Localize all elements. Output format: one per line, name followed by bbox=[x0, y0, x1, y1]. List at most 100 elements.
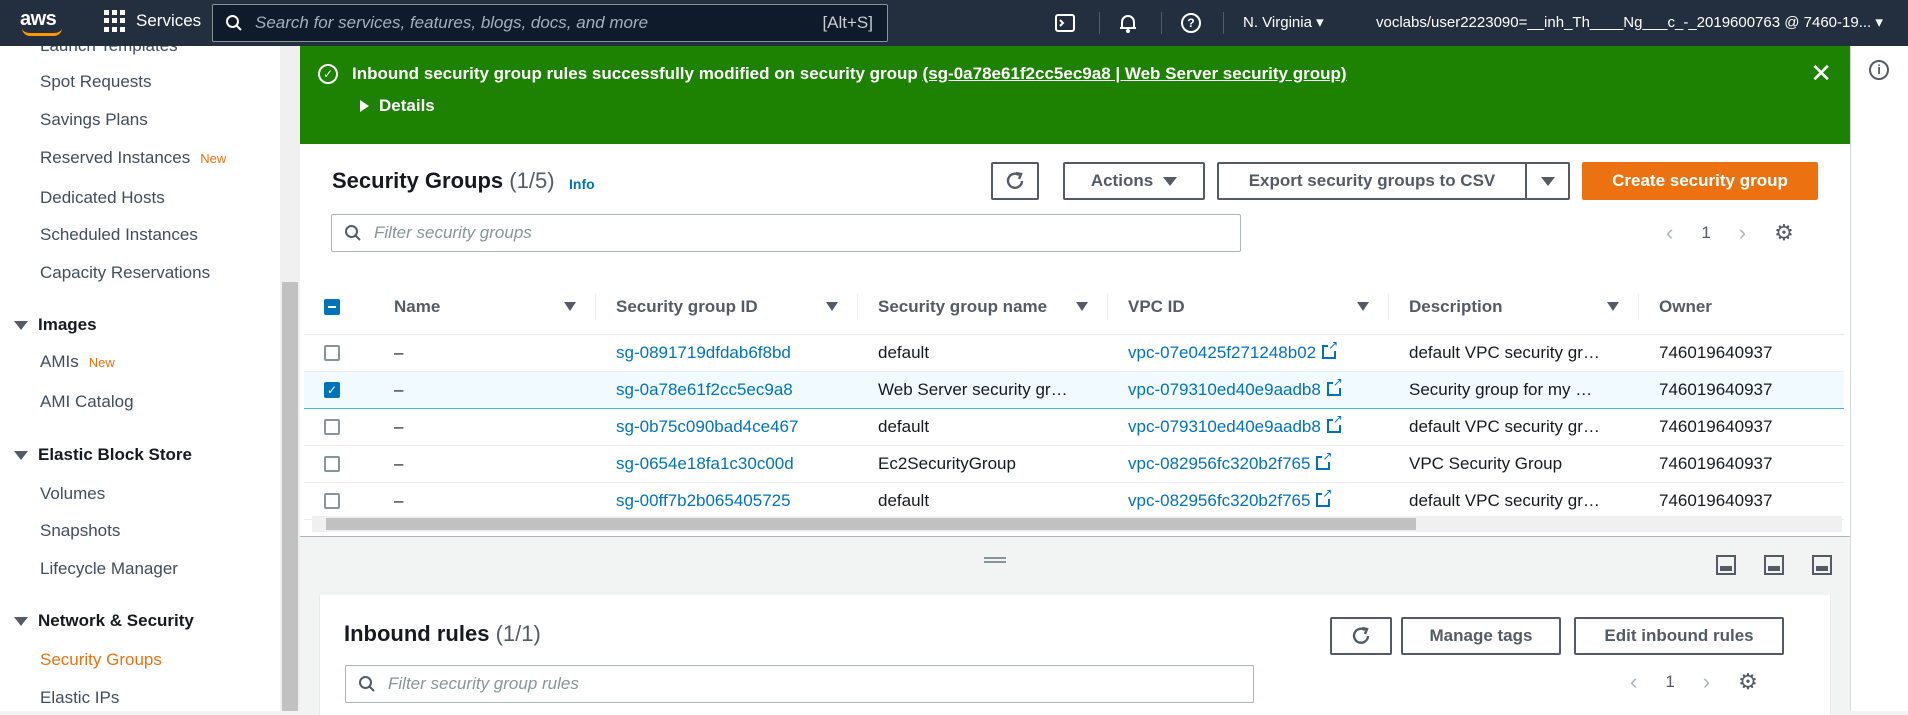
export-csv-button[interactable]: Export security groups to CSV bbox=[1217, 162, 1527, 200]
new-badge: New bbox=[88, 355, 115, 370]
sidebar-item-reserved-instances[interactable]: Reserved Instances New bbox=[40, 148, 226, 168]
security-groups-table: Name Security group ID Security group na… bbox=[304, 280, 1844, 520]
sidebar-item-elastic-ips[interactable]: Elastic IPs bbox=[40, 688, 119, 708]
help-icon[interactable]: ? bbox=[1180, 12, 1202, 34]
services-menu[interactable]: Services bbox=[104, 10, 201, 32]
sidebar-section-images[interactable]: Images bbox=[14, 315, 97, 335]
info-icon[interactable]: i bbox=[1869, 60, 1889, 80]
cell-security-group-id[interactable]: sg-0891719dfdab6f8bd bbox=[596, 334, 858, 372]
caret-down-icon bbox=[14, 616, 28, 626]
sidebar-item-security-groups[interactable]: Security Groups bbox=[40, 650, 162, 670]
row-checkbox[interactable] bbox=[324, 345, 340, 362]
tools-panel: i bbox=[1850, 46, 1908, 711]
aws-logo[interactable]: aws bbox=[20, 8, 72, 40]
layout-bottom-icon[interactable] bbox=[1716, 555, 1736, 575]
filter-security-groups-input[interactable]: Filter security groups bbox=[331, 214, 1241, 252]
bell-icon[interactable] bbox=[1117, 12, 1139, 34]
info-link[interactable]: Info bbox=[569, 176, 595, 192]
chevron-left-icon[interactable]: ‹ bbox=[1666, 220, 1673, 246]
search-input[interactable]: Search for services, features, blogs, do… bbox=[212, 4, 888, 42]
refresh-icon bbox=[1006, 171, 1024, 189]
sidebar-item-snapshots[interactable]: Snapshots bbox=[40, 521, 120, 541]
sidebar-section-ebs[interactable]: Elastic Block Store bbox=[14, 445, 192, 465]
cloudshell-icon[interactable] bbox=[1054, 12, 1076, 34]
sidebar-item-volumes[interactable]: Volumes bbox=[40, 484, 105, 504]
cell-vpc-id[interactable]: vpc-07e0425f271248b02 bbox=[1108, 334, 1389, 372]
row-checkbox[interactable] bbox=[324, 493, 340, 510]
actions-button[interactable]: Actions bbox=[1063, 162, 1205, 200]
table-row[interactable]: – sg-00ff7b2b065405725 default vpc-08295… bbox=[304, 482, 1844, 520]
caret-down-icon bbox=[1163, 176, 1178, 186]
sidebar-section-network-security[interactable]: Network & Security bbox=[14, 611, 194, 631]
scrollbar-thumb[interactable] bbox=[326, 518, 1416, 530]
chevron-left-icon[interactable]: ‹ bbox=[1630, 669, 1637, 695]
filter-rules-input[interactable]: Filter security group rules bbox=[345, 665, 1254, 703]
column-vpc-id[interactable]: VPC ID bbox=[1108, 280, 1389, 335]
chevron-right-icon[interactable]: › bbox=[1703, 669, 1710, 695]
cell-security-group-id[interactable]: sg-0a78e61f2cc5ec9a8 bbox=[596, 370, 858, 409]
sidebar-item-lifecycle-manager[interactable]: Lifecycle Manager bbox=[40, 559, 178, 579]
create-security-group-button[interactable]: Create security group bbox=[1582, 162, 1818, 200]
column-security-group-name[interactable]: Security group name bbox=[858, 280, 1108, 335]
table-row[interactable]: – sg-0654e18fa1c30c00d Ec2SecurityGroup … bbox=[304, 445, 1844, 483]
table-header-row: Name Security group ID Security group na… bbox=[304, 280, 1844, 335]
external-link-icon bbox=[1326, 412, 1343, 433]
services-label: Services bbox=[136, 11, 202, 30]
cell-vpc-id[interactable]: vpc-079310ed40e9aadb8 bbox=[1108, 370, 1389, 409]
flash-security-group-link[interactable]: (sg-0a78e61f2cc5ec9a8 | Web Server secur… bbox=[923, 64, 1347, 83]
sidebar-item-scheduled-instances[interactable]: Scheduled Instances bbox=[40, 225, 198, 245]
page-number[interactable]: 1 bbox=[1701, 223, 1710, 243]
cell-security-group-name: Web Server security gr… bbox=[858, 370, 1108, 409]
refresh-rules-button[interactable] bbox=[1330, 617, 1392, 655]
filter-placeholder: Filter security group rules bbox=[388, 674, 579, 693]
edit-inbound-rules-button[interactable]: Edit inbound rules bbox=[1574, 617, 1784, 655]
table-row[interactable]: – sg-0b75c090bad4ce467 default vpc-07931… bbox=[304, 408, 1844, 446]
table-row[interactable]: – sg-0891719dfdab6f8bd default vpc-07e04… bbox=[304, 334, 1844, 372]
close-icon[interactable]: ✕ bbox=[1810, 60, 1832, 86]
region-selector[interactable]: N. Virginia ▾ bbox=[1243, 13, 1324, 31]
refresh-button[interactable] bbox=[991, 162, 1039, 200]
column-security-group-id[interactable]: Security group ID bbox=[596, 280, 858, 335]
chevron-right-icon[interactable]: › bbox=[1739, 220, 1746, 246]
cell-vpc-id[interactable]: vpc-079310ed40e9aadb8 bbox=[1108, 408, 1389, 446]
cell-vpc-id[interactable]: vpc-082956fc320b2f765 bbox=[1108, 445, 1389, 483]
sidebar-item-launch-templates[interactable]: Launch Templates bbox=[40, 46, 178, 56]
manage-tags-button[interactable]: Manage tags bbox=[1401, 617, 1561, 655]
cell-security-group-name: Ec2SecurityGroup bbox=[858, 445, 1108, 483]
page-number[interactable]: 1 bbox=[1665, 672, 1674, 692]
row-checkbox-checked[interactable]: ✓ bbox=[324, 382, 340, 399]
gear-icon[interactable]: ⚙ bbox=[1738, 669, 1758, 695]
sidebar-item-dedicated-hosts[interactable]: Dedicated Hosts bbox=[40, 188, 165, 208]
gear-icon[interactable]: ⚙ bbox=[1774, 220, 1794, 246]
column-name[interactable]: Name bbox=[374, 280, 596, 335]
chevron-down-icon: ▾ bbox=[1875, 14, 1883, 31]
account-menu[interactable]: voclabs/user2223090=__inh_Th____Ng___c_-… bbox=[1376, 13, 1883, 31]
cell-security-group-id[interactable]: sg-0654e18fa1c30c00d bbox=[596, 445, 858, 483]
sort-icon bbox=[1357, 302, 1369, 311]
sidebar-item-savings-plans[interactable]: Savings Plans bbox=[40, 110, 148, 130]
cell-name: – bbox=[374, 445, 596, 483]
top-navigation: aws Services Search for services, featur… bbox=[0, 0, 1908, 46]
export-dropdown-button[interactable] bbox=[1525, 162, 1570, 200]
sidebar-item-spot-requests[interactable]: Spot Requests bbox=[40, 72, 152, 92]
column-description[interactable]: Description bbox=[1389, 280, 1639, 335]
layout-full-icon[interactable] bbox=[1812, 555, 1832, 575]
flash-details-toggle[interactable]: Details bbox=[360, 96, 435, 116]
sidebar-scrollbar-thumb[interactable] bbox=[282, 282, 298, 711]
sidebar-item-amis[interactable]: AMIs New bbox=[40, 352, 115, 372]
cell-vpc-id[interactable]: vpc-082956fc320b2f765 bbox=[1108, 482, 1389, 520]
cell-security-group-id[interactable]: sg-00ff7b2b065405725 bbox=[596, 482, 858, 520]
column-owner[interactable]: Owner bbox=[1639, 280, 1844, 335]
table-horizontal-scrollbar[interactable] bbox=[312, 516, 1842, 532]
sidebar-item-ami-catalog[interactable]: AMI Catalog bbox=[40, 392, 134, 412]
cell-description: default VPC security gr… bbox=[1389, 482, 1639, 520]
cell-security-group-id[interactable]: sg-0b75c090bad4ce467 bbox=[596, 408, 858, 446]
cell-name: – bbox=[374, 370, 596, 409]
table-row-selected[interactable]: ✓ – sg-0a78e61f2cc5ec9a8 Web Server secu… bbox=[304, 370, 1844, 409]
select-all-checkbox[interactable] bbox=[324, 299, 340, 316]
row-checkbox[interactable] bbox=[324, 419, 340, 436]
drag-handle-icon[interactable] bbox=[984, 557, 1006, 563]
layout-side-icon[interactable] bbox=[1764, 555, 1784, 575]
row-checkbox[interactable] bbox=[324, 456, 340, 473]
sidebar-item-capacity-reservations[interactable]: Capacity Reservations bbox=[40, 263, 210, 283]
